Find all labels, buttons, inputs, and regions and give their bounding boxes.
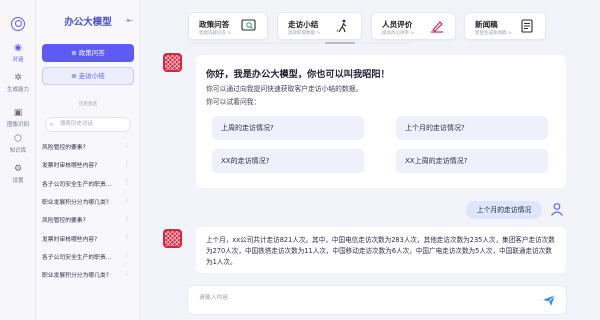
rail-item-label: 生成能力 [6,87,29,93]
history-item-label: 职业发展积分分为哪几类? [42,200,109,206]
card-title: 新闻稿 [475,20,498,29]
welcome-message: 你好，我是办公大模型，你也可以叫我昭阳！ 你可以通过向我提问快速获取客户走访小结… [196,55,566,188]
welcome-text: 你可以通过向我提问快速获取客户走访小结的数据。 [206,85,363,93]
rail-item-settings[interactable]: ⚙ 设置 [0,164,36,184]
sparkle-icon: ✲ [14,73,22,83]
card-press-release[interactable]: 新闻稿 智能生成新闻稿 > [464,12,546,40]
card-scroll-indicator [190,42,412,44]
search-placeholder: 搜索历史对话 [60,121,94,127]
input-placeholder: 请输入内容 [199,295,228,301]
rail-item-label: 对话 [12,57,24,63]
suggestion-chip[interactable]: XX上周的走访情况? [396,149,548,173]
card-policy-qa[interactable]: 政策问答 智能答疑问答 > [188,12,268,40]
history-item-label: 职业发展积分分为哪几类? [42,273,109,279]
more-icon[interactable]: ⋮ [124,270,130,277]
more-icon[interactable]: ⋮ [124,142,130,149]
welcome-title: 你好，我是办公大模型，你也可以叫我昭阳！ [206,69,390,80]
answer-text: 上个月，xx公司共计走访821人次。其中，中国电信走访次数为283人次，其他走访… [206,236,555,266]
send-icon[interactable] [542,294,556,307]
card-subtitle: 提高办公效率 > [382,31,415,36]
nav-rail: ◉ 对话 ✲ 生成能力 ▣ 图像识别 ⬡ 知识库 ⚙ 设置 [0,0,36,320]
more-icon[interactable]: ⋮ [124,252,130,259]
gear-icon: ⚙ [13,164,23,174]
knowledge-box-icon: ⬡ [14,134,22,144]
card-subtitle: 高效获取数据 > [288,31,321,36]
suggestion-chip[interactable]: XX的走访情况? [212,149,364,173]
rail-item-knowledge[interactable]: ⬡ 知识库 [0,134,36,154]
more-icon[interactable]: ⋮ [124,215,130,222]
welcome-hint: 你可以试着问我： [206,98,261,106]
history-title: 历史会话 [79,102,97,107]
chat-search-icon [241,19,256,31]
card-subtitle: 智能生成新闻稿 > [475,31,512,36]
card-title: 走访小结 [288,20,319,29]
card-subtitle: 智能答疑问答 > [199,31,232,36]
more-icon[interactable]: ⋮ [124,160,130,167]
button-label: 走访小结 [78,72,105,80]
search-icon: ⌕ [50,121,54,128]
collapse-icon[interactable]: ⇤ [126,16,133,25]
suggestion-chip[interactable]: 上周的走访情况? [212,116,364,140]
history-item-label: 风险管控的要素? [42,145,86,151]
rail-item-label: 图像识别 [6,122,29,128]
history-item-label: 发票时审核哪些内容? [42,163,98,169]
rail-item-label: 知识库 [9,148,27,154]
chat-input[interactable]: 请输入内容 [187,285,567,315]
walking-person-icon [336,19,347,33]
more-icon[interactable]: ⋮ [124,179,130,186]
suggestion-chip[interactable]: 上个月的走访情况? [396,116,548,140]
rail-item-generate[interactable]: ✲ 生成能力 [0,73,36,93]
bot-answer: 上个月，xx公司共计走访821人次。其中，中国电信走访次数为283人次，其他走访… [196,227,566,273]
history-search-input[interactable]: ⌕ 搜索历史对话 [45,117,131,132]
pen-sign-icon [431,21,443,33]
more-icon[interactable]: ⋮ [124,234,130,241]
history-item-label: 风险管控的要素? [42,218,86,224]
card-title: 人员评价 [382,20,413,29]
user-message: 上个月的走访情况 [466,201,542,219]
sidebar: 办公大模型 ⇤ ⊕ 政策问答 ⊕ 走访小结 历史会话 ⌕ 搜索历史对话 风险管控… [36,0,140,320]
rail-item-image[interactable]: ▣ 图像识别 [0,108,36,128]
history-item-label: 各子公司安全生产的职责... [42,182,112,188]
card-title: 政策问答 [199,20,230,29]
image-scan-icon: ▣ [13,108,23,118]
rail-item-label: 设置 [12,178,24,184]
history-item-label: 各子公司安全生产的职责... [42,255,112,261]
more-icon[interactable]: ⋮ [124,197,130,204]
card-staff-evaluation[interactable]: 人员评价 提高办公效率 > [371,12,456,40]
policy-qa-button[interactable]: ⊕ 政策问答 [42,44,134,62]
bot-avatar [163,53,182,72]
rail-item-chat[interactable]: ◉ 对话 [0,43,36,63]
user-avatar-icon [551,203,563,216]
bot-avatar [163,229,182,248]
history-item-label: 发票时审核哪些内容? [42,237,98,243]
card-visit-summary[interactable]: 走访小结 高效获取数据 > [277,12,362,40]
visit-summary-button[interactable]: ⊕ 走访小结 [42,67,134,85]
user-profile-icon[interactable] [11,17,25,31]
app-title: 办公大模型 [64,17,112,28]
button-label: 政策问答 [78,49,105,57]
chat-icon: ◉ [14,43,22,53]
document-edit-icon [521,19,533,33]
